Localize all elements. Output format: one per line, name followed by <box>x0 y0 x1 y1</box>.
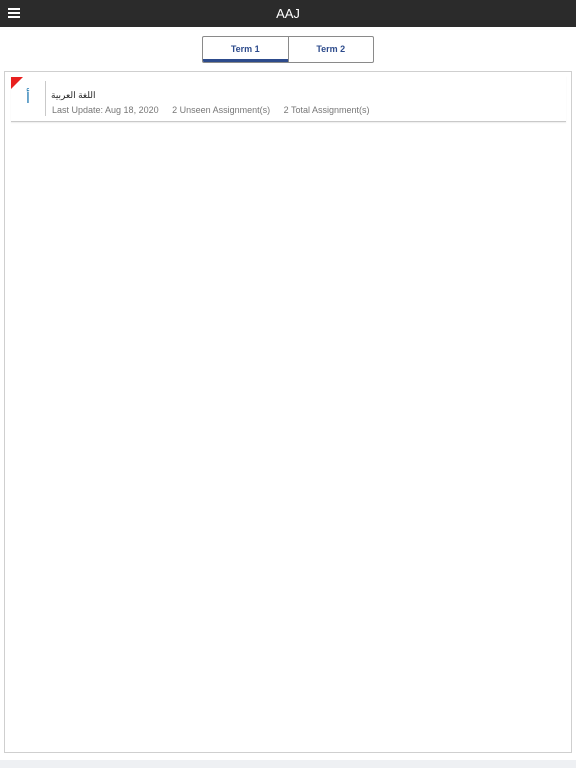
subject-meta: Last Update: Aug 18, 2020 2 Unseen Assig… <box>52 105 370 116</box>
bottom-strip <box>0 760 576 768</box>
subject-letter: أ <box>25 90 31 107</box>
subjects-panel: أ اللغة العربية Last Update: Aug 18, 202… <box>4 71 572 753</box>
app-title: AAJ <box>276 6 300 21</box>
subject-card-arabic[interactable]: أ اللغة العربية Last Update: Aug 18, 202… <box>11 76 566 122</box>
tab-term-1[interactable]: Term 1 <box>203 37 288 62</box>
unseen-count: 2 Unseen Assignment(s) <box>172 105 271 115</box>
card-divider <box>45 81 46 116</box>
tab-term-2[interactable]: Term 2 <box>287 37 374 62</box>
top-bar: AAJ <box>0 0 576 27</box>
subject-name: اللغة العربية <box>51 90 96 100</box>
total-count: 2 Total Assignment(s) <box>283 105 370 115</box>
last-update: Last Update: Aug 18, 2020 <box>52 105 159 115</box>
term-tabs: Term 1 Term 2 <box>202 36 374 63</box>
